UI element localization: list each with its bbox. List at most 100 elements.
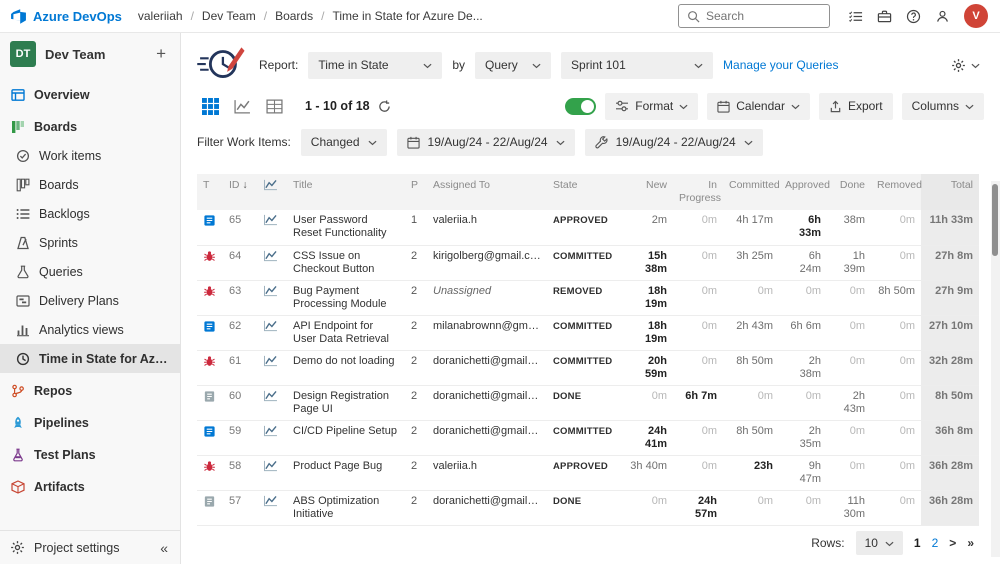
- state-badge: APPROVED: [547, 210, 623, 245]
- breadcrumb-item[interactable]: Time in State for Azure De...: [332, 9, 482, 23]
- sidebar-item-work-items[interactable]: Work items: [0, 141, 180, 170]
- sidebar-item-repos[interactable]: Repos: [0, 376, 180, 405]
- work-item-title[interactable]: API Endpoint for User Data Retrieval: [287, 315, 405, 350]
- filter-changed-select[interactable]: Changed: [301, 129, 387, 156]
- azure-devops-logo-icon: [10, 8, 27, 25]
- row-chart-icon[interactable]: [263, 390, 278, 402]
- collapse-sidebar-button[interactable]: «: [160, 540, 168, 556]
- row-chart-icon[interactable]: [263, 285, 278, 297]
- column-header-committed: Committed: [723, 174, 779, 210]
- page-button-1[interactable]: 1: [914, 536, 921, 550]
- azure-devops-home-link[interactable]: Azure DevOps: [10, 8, 122, 25]
- row-chart-icon[interactable]: [263, 460, 278, 472]
- priority: 2: [405, 350, 427, 385]
- work-item-title[interactable]: CSS Issue on Checkout Button: [287, 245, 405, 280]
- chevron-down-icon: [971, 58, 980, 72]
- date-range-select-2[interactable]: 19/Aug/24 - 22/Aug/24: [585, 129, 763, 156]
- sidebar-item-analytics[interactable]: Analytics views: [0, 315, 180, 344]
- vertical-scrollbar[interactable]: [991, 181, 1000, 557]
- sidebar-item-delivery-plans[interactable]: Delivery Plans: [0, 286, 180, 315]
- column-header-total: Total: [921, 174, 979, 210]
- query-type-select[interactable]: Query: [475, 52, 551, 79]
- chevron-down-icon: [423, 58, 432, 72]
- briefcase-icon[interactable]: [877, 9, 892, 24]
- row-chart-icon[interactable]: [263, 355, 278, 367]
- breadcrumb-item[interactable]: valeriiah: [138, 9, 183, 23]
- date-range-select-1[interactable]: 19/Aug/24 - 22/Aug/24: [397, 129, 575, 156]
- scrollbar-thumb[interactable]: [992, 184, 998, 256]
- row-chart-icon[interactable]: [263, 425, 278, 437]
- page-button-2[interactable]: 2: [932, 536, 939, 550]
- project-avatar[interactable]: DT: [10, 41, 36, 67]
- avatar[interactable]: V: [964, 4, 988, 28]
- sidebar-item-pipelines[interactable]: Pipelines: [0, 408, 180, 437]
- table-view-button[interactable]: [261, 94, 287, 118]
- time-value: 0m: [871, 315, 921, 350]
- time-value: 3h 25m: [723, 245, 779, 280]
- add-project-button[interactable]: +: [152, 44, 170, 64]
- sidebar-item-boards[interactable]: Boards: [0, 112, 180, 141]
- sprint-select[interactable]: Sprint 101: [561, 52, 713, 79]
- sidebar-item-overview[interactable]: Overview: [0, 80, 180, 109]
- work-item-title[interactable]: Demo do not loading: [287, 350, 405, 385]
- checklist-icon[interactable]: [848, 9, 863, 24]
- column-header-title: Title: [287, 174, 405, 210]
- live-update-toggle[interactable]: [565, 98, 596, 115]
- priority: 2: [405, 455, 427, 490]
- sidebar-item-time-in-state[interactable]: Time in State for Azure DevO...: [0, 344, 180, 373]
- user-settings-icon[interactable]: [935, 9, 950, 24]
- work-item-title[interactable]: Design Registration Page UI: [287, 385, 405, 420]
- export-button[interactable]: Export: [819, 93, 893, 120]
- project-settings-label: Project settings: [34, 541, 119, 555]
- work-item-title[interactable]: User Password Reset Functionality: [287, 210, 405, 245]
- work-items-table: TID ↓TitlePAssigned ToStateNewIn Progres…: [197, 174, 979, 526]
- row-chart-icon[interactable]: [263, 320, 278, 332]
- sidebar-nav: OverviewBoardsWork itemsBoardsBacklogsSp…: [0, 73, 180, 530]
- assigned-to: doranichetti@gmail.com: [427, 385, 547, 420]
- wrench-icon: [595, 136, 608, 149]
- sidebar-item-test-plans[interactable]: Test Plans: [0, 440, 180, 469]
- sidebar-item-artifacts[interactable]: Artifacts: [0, 472, 180, 501]
- sidebar-item-sprints[interactable]: Sprints: [0, 228, 180, 257]
- columns-button[interactable]: Columns: [902, 93, 984, 120]
- time-value: 0m: [779, 385, 827, 420]
- row-chart-icon[interactable]: [263, 495, 278, 507]
- priority: 2: [405, 245, 427, 280]
- grid-view-button[interactable]: [197, 94, 223, 118]
- last-page-button[interactable]: »: [967, 536, 974, 550]
- next-page-button[interactable]: >: [949, 536, 956, 550]
- sidebar-item-queries[interactable]: Queries: [0, 257, 180, 286]
- manage-queries-link[interactable]: Manage your Queries: [723, 58, 838, 72]
- calendar-button[interactable]: Calendar: [707, 93, 810, 120]
- work-item-title[interactable]: ABS Optimization Initiative: [287, 490, 405, 525]
- total-value: 32h 28m: [921, 350, 979, 385]
- work-item-title[interactable]: CI/CD Pipeline Setup: [287, 420, 405, 455]
- work-item-id: 64: [223, 245, 257, 280]
- format-button[interactable]: Format: [605, 93, 698, 120]
- refresh-icon[interactable]: [378, 100, 391, 113]
- time-value: 3h 40m: [623, 455, 673, 490]
- sidebar-item-backlogs[interactable]: Backlogs: [0, 199, 180, 228]
- project-settings-button[interactable]: Project settings «: [0, 530, 180, 564]
- breadcrumb-item[interactable]: Boards: [275, 9, 313, 23]
- breadcrumb-item[interactable]: Dev Team: [202, 9, 256, 23]
- time-value: 2m: [623, 210, 673, 245]
- row-chart-icon[interactable]: [263, 214, 278, 226]
- column-header-id[interactable]: ID ↓: [223, 174, 257, 210]
- row-chart-icon[interactable]: [263, 250, 278, 262]
- work-item-title[interactable]: Bug Payment Processing Module: [287, 280, 405, 315]
- time-value: 0m: [871, 420, 921, 455]
- table-body: 65User Password Reset Functionality1vale…: [197, 210, 979, 525]
- settings-dropdown[interactable]: [951, 58, 984, 73]
- story-icon: [203, 218, 216, 230]
- page-size-select[interactable]: 10: [856, 531, 903, 555]
- sidebar-item-boards-sub[interactable]: Boards: [0, 170, 180, 199]
- time-value: 6h 33m: [779, 210, 827, 245]
- work-item-title[interactable]: Product Page Bug: [287, 455, 405, 490]
- help-icon[interactable]: [906, 9, 921, 24]
- work-item-id: 65: [223, 210, 257, 245]
- search-input[interactable]: [706, 9, 821, 23]
- search-box[interactable]: [678, 4, 830, 28]
- chart-view-button[interactable]: [229, 94, 255, 118]
- report-type-select[interactable]: Time in State: [308, 52, 442, 79]
